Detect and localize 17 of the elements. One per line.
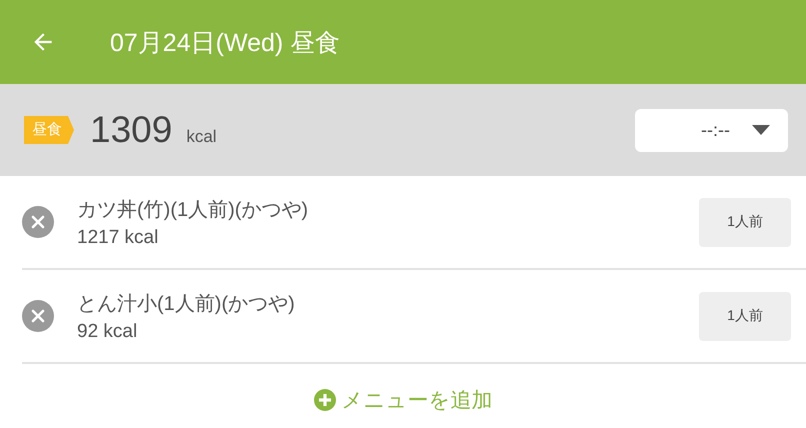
food-calories: 1217 kcal <box>77 226 160 248</box>
window-title: 07月24日(Wed) 昼食 <box>109 28 340 58</box>
food-name: とん汁小(1人前)(かつや) <box>77 292 296 316</box>
close-icon <box>22 206 54 238</box>
plus-icon <box>314 389 336 411</box>
portion-button[interactable]: 1人前 <box>699 198 791 246</box>
meal-tag: 昼食 <box>24 116 74 144</box>
close-icon <box>22 300 54 332</box>
food-calories: 92 kcal <box>77 320 138 342</box>
time-dropdown[interactable]: --:-- <box>635 108 788 152</box>
remove-button[interactable] <box>22 206 54 238</box>
portion-button[interactable]: 1人前 <box>699 292 791 340</box>
caret-icon <box>752 125 770 135</box>
food-name: カツ丼(竹)(1人前)(かつや) <box>77 198 310 222</box>
total-calories: 1309 <box>90 109 172 151</box>
remove-button[interactable] <box>22 300 54 332</box>
calorie-unit: kcal <box>186 127 217 147</box>
